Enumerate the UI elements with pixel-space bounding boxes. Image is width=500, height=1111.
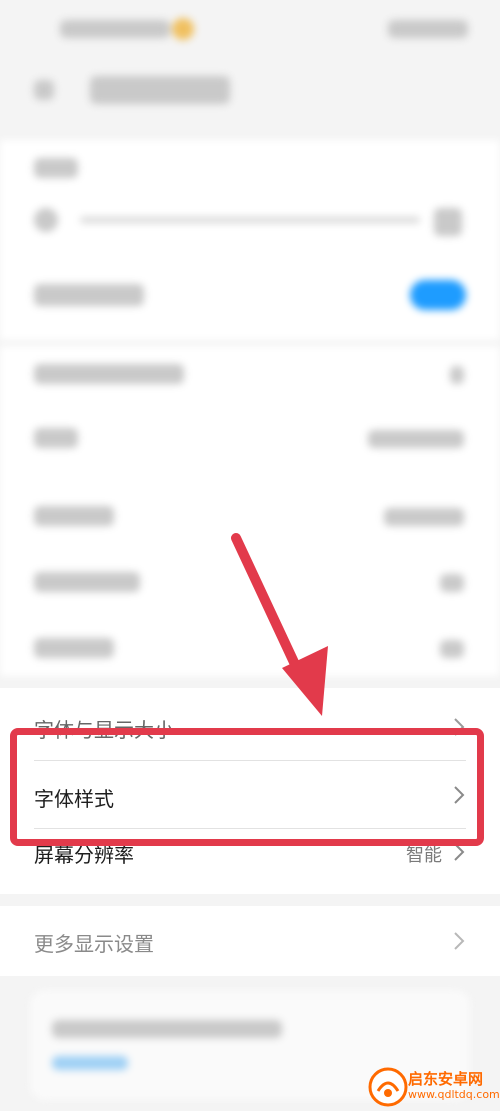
highlight-box <box>10 728 484 846</box>
watermark-brand: 启东安卓网 <box>408 1070 484 1088</box>
brightness-slider[interactable] <box>80 217 420 223</box>
chevron-right-icon <box>454 932 465 950</box>
brightness-card <box>0 140 500 340</box>
header <box>0 60 500 130</box>
watermark-logo: 启东安卓网 www.qdltdq.com <box>368 1066 500 1108</box>
back-icon[interactable] <box>34 80 54 100</box>
annotation-arrow <box>231 533 328 716</box>
page-title <box>90 76 230 104</box>
more-display-settings-label: 更多显示设置 <box>34 932 154 956</box>
more-display-settings-row[interactable]: 更多显示设置 <box>0 906 500 976</box>
watermark-url: www.qdltdq.com <box>408 1088 500 1101</box>
more-display-card: 更多显示设置 <box>0 906 500 976</box>
auto-brightness-toggle[interactable] <box>410 280 466 310</box>
status-bar <box>0 0 500 60</box>
watermark-icon <box>368 1067 408 1107</box>
